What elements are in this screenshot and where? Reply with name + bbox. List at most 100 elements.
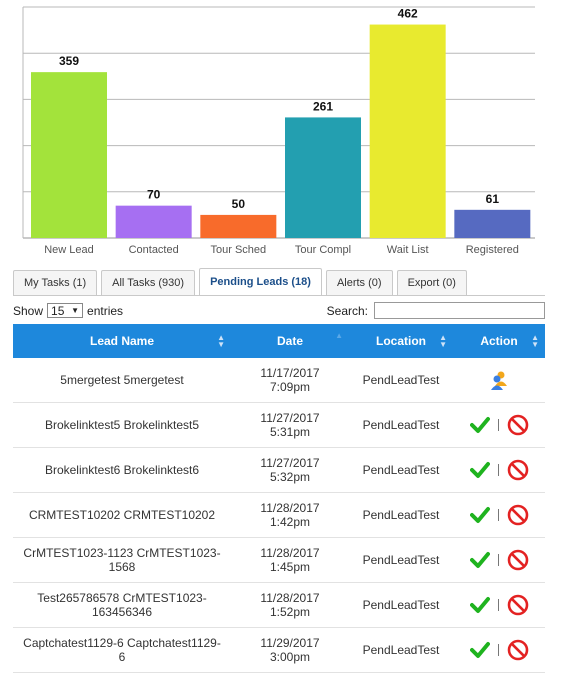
- table-body: 5mergetest 5mergetest 11/17/2017 7:09pm Pen…: [13, 358, 545, 673]
- action-cell: [453, 538, 545, 582]
- approve-check-icon[interactable]: [469, 551, 490, 569]
- assign-user-icon[interactable]: [488, 369, 510, 391]
- tab-alerts[interactable]: Alerts (0): [325, 270, 393, 295]
- bar-contacted: [115, 205, 192, 238]
- date-cell: 11/27/2017 5:32pm: [231, 448, 349, 492]
- sort-icon: ▲ ▼: [531, 333, 539, 349]
- page-size-value: 15: [51, 303, 65, 318]
- action-cell: [453, 358, 545, 402]
- action-separator: [497, 554, 499, 566]
- search-control: Search:: [327, 302, 545, 319]
- bar-value-label: 70: [147, 188, 161, 202]
- page-size-select[interactable]: 15 ▼: [47, 303, 84, 318]
- category-label: Tour Sched: [211, 244, 267, 256]
- table-row[interactable]: Brokelinktest5 Brokelinktest5 11/27/2017 5…: [13, 403, 545, 448]
- column-header-label: Date: [276, 334, 303, 348]
- bar-value-label: 50: [232, 197, 246, 211]
- column-header-date[interactable]: Date ▲: [231, 324, 349, 358]
- reject-icon[interactable]: [507, 504, 529, 526]
- table-controls: Show 15 ▼ entries Search:: [13, 302, 545, 320]
- table-row[interactable]: Test265786578 CrMTEST1023-163456346 11/28…: [13, 583, 545, 628]
- reject-icon[interactable]: [507, 459, 529, 481]
- column-header-action[interactable]: Action ▲ ▼: [453, 324, 545, 358]
- show-label: Show: [13, 303, 44, 318]
- date-cell: 11/27/2017 5:31pm: [231, 403, 349, 447]
- reject-icon[interactable]: [507, 594, 529, 616]
- reject-icon[interactable]: [507, 639, 529, 661]
- sort-ascending-icon: ▲: [335, 331, 343, 340]
- date-cell: 11/28/2017 1:52pm: [231, 583, 349, 627]
- lead-name-cell: Test265786578 CrMTEST1023-163456346: [37, 591, 207, 619]
- chevron-down-icon: ▼: [71, 306, 80, 315]
- date-cell: 11/28/2017 1:45pm: [231, 538, 349, 582]
- page-size-control: Show 15 ▼ entries: [13, 303, 123, 318]
- action-cell: [453, 628, 545, 672]
- lead-name-cell: CRMTEST10202 CRMTEST10202: [28, 508, 216, 522]
- time-value: 1:42pm: [269, 515, 310, 529]
- tab-pending-leads[interactable]: Pending Leads (18): [199, 268, 322, 295]
- column-header-label: Action: [480, 334, 518, 348]
- approve-check-icon[interactable]: [469, 506, 490, 524]
- lead-name-cell: Captchatest1129-6 Captchatest1129-6: [23, 636, 221, 664]
- category-label: Registered: [466, 244, 519, 256]
- tab-export[interactable]: Export (0): [396, 270, 467, 295]
- search-input[interactable]: [374, 302, 545, 319]
- date-value: 11/29/2017: [260, 636, 320, 650]
- date-cell: 11/17/2017 7:09pm: [231, 358, 349, 402]
- bar-value-label: 359: [59, 54, 79, 68]
- action-cell: [453, 403, 545, 447]
- table-row[interactable]: CRMTEST10202 CRMTEST10202 11/28/2017 1:42p…: [13, 493, 545, 538]
- table-row[interactable]: CrMTEST1023-1123 CrMTEST1023-1568 11/28/2…: [13, 538, 545, 583]
- column-header-label: Location: [376, 334, 426, 348]
- lead-name-cell: Brokelinktest6 Brokelinktest6: [44, 463, 200, 477]
- approve-check-icon[interactable]: [469, 416, 490, 434]
- location-cell: PendLeadTest: [362, 553, 440, 567]
- tab-bar: My Tasks (1) All Tasks (930) Pending Lea…: [13, 268, 467, 295]
- category-label: New Lead: [44, 244, 94, 256]
- lead-status-bar-chart: 359 New Lead 70 Contacted 50 Tour Sched 261 Tou…: [22, 6, 535, 256]
- action-cell: [453, 493, 545, 537]
- action-separator: [497, 419, 499, 431]
- action-separator: [497, 599, 499, 611]
- date-value: 11/27/2017: [260, 411, 320, 425]
- category-label: Contacted: [129, 244, 179, 256]
- reject-icon[interactable]: [507, 549, 529, 571]
- tab-all-tasks[interactable]: All Tasks (930): [101, 270, 196, 295]
- bar-wait-list: [369, 24, 446, 238]
- time-value: 3:00pm: [269, 650, 310, 664]
- reject-icon[interactable]: [507, 414, 529, 436]
- lead-name-cell: 5mergetest 5mergetest: [60, 373, 184, 387]
- approve-check-icon[interactable]: [469, 596, 490, 614]
- date-cell: 11/28/2017 1:42pm: [231, 493, 349, 537]
- bar-tour-sched: [200, 214, 277, 238]
- date-value: 11/28/2017: [260, 546, 320, 560]
- date-value: 11/17/2017: [260, 366, 320, 380]
- location-cell: PendLeadTest: [362, 508, 440, 522]
- location-cell: PendLeadTest: [362, 643, 440, 657]
- action-separator: [497, 464, 499, 476]
- column-header-label: Lead Name: [89, 334, 155, 348]
- tab-my-tasks[interactable]: My Tasks (1): [13, 270, 98, 295]
- category-label: Wait List: [387, 244, 429, 256]
- date-value: 11/28/2017: [260, 501, 320, 515]
- column-header-lead-name[interactable]: Lead Name ▲ ▼: [13, 324, 231, 358]
- location-cell: PendLeadTest: [362, 463, 440, 477]
- table-row[interactable]: 5mergetest 5mergetest 11/17/2017 7:09pm Pen…: [13, 358, 545, 403]
- sort-icon: ▲ ▼: [439, 333, 447, 349]
- time-value: 7:09pm: [269, 380, 310, 394]
- approve-check-icon[interactable]: [469, 461, 490, 479]
- action-separator: [497, 509, 499, 521]
- viewport-edge: [0, 686, 571, 692]
- tabs-divider: [13, 295, 545, 296]
- table-row[interactable]: Captchatest1129-6 Captchatest1129-6 11/29…: [13, 628, 545, 673]
- location-cell: PendLeadTest: [362, 418, 440, 432]
- column-header-location[interactable]: Location ▲ ▼: [349, 324, 453, 358]
- time-value: 1:52pm: [269, 605, 310, 619]
- bar-new-lead: [31, 72, 107, 238]
- approve-check-icon[interactable]: [469, 641, 490, 659]
- action-separator: [497, 644, 499, 656]
- action-cell: [453, 448, 545, 492]
- time-value: 5:31pm: [269, 425, 310, 439]
- table-row[interactable]: Brokelinktest6 Brokelinktest6 11/27/2017 5…: [13, 448, 545, 493]
- bar-tour-compl: [285, 117, 361, 238]
